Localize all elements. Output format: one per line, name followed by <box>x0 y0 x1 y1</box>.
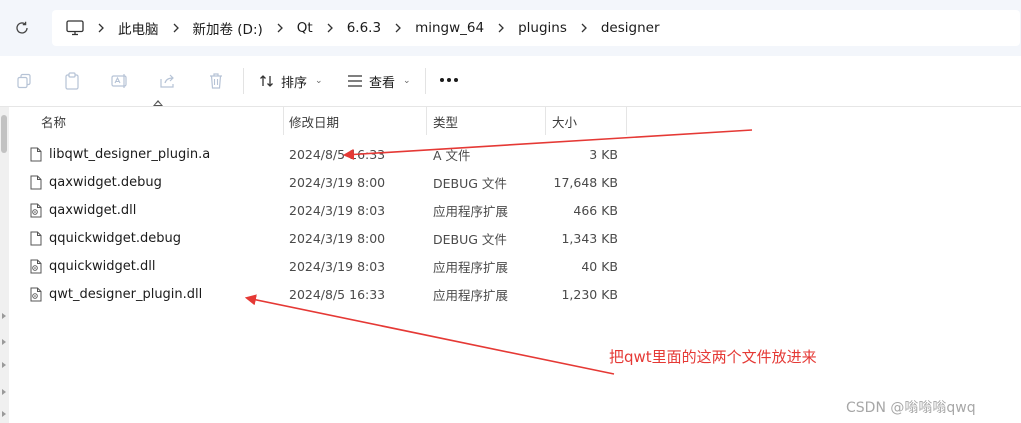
annotation-arrow-bottom <box>244 294 615 375</box>
annotation-note: 把qwt里面的这两个文件放进来 <box>609 348 817 366</box>
annotation-arrow-top <box>342 129 753 161</box>
watermark: CSDN @嗡嗡嗡qwq <box>846 400 976 416</box>
annotation-arrows <box>244 129 753 375</box>
